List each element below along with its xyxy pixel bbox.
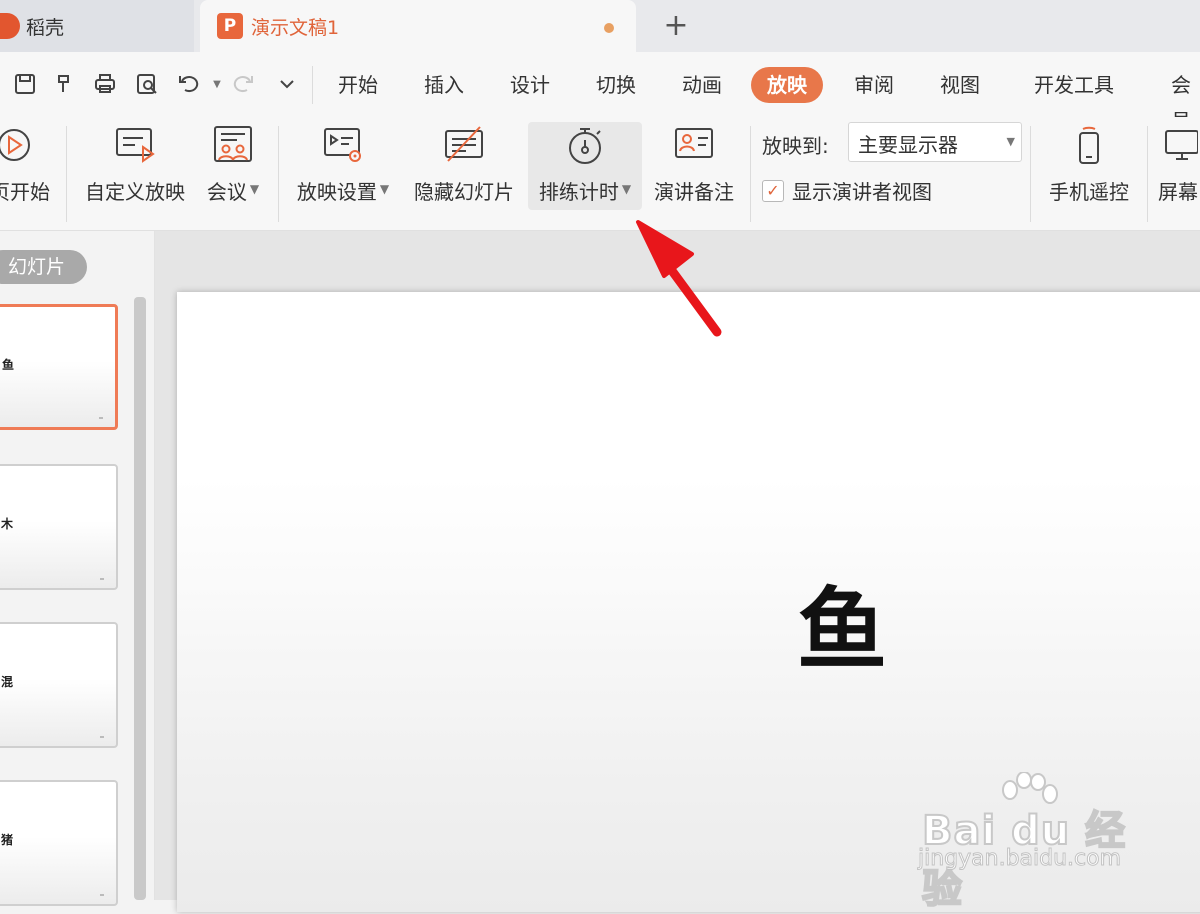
play-circle-icon [0,122,52,168]
slides-tab[interactable]: 幻灯片 [0,250,87,284]
ribbon: 页开始 自定义放映 会议▼ 放映设置▼ 隐藏幻灯片 排练计时▼ [0,118,1200,231]
thumbnail-title: 鱼 [2,358,15,372]
slide-thumbnail[interactable]: 混 [0,622,118,748]
stopwatch-icon [528,122,642,168]
menu-insert[interactable]: 插入 [408,67,480,103]
chevron-down-icon: ▼ [1006,135,1015,148]
display-select-value: 主要显示器 [858,133,958,157]
phone-remote-button[interactable]: 手机遥控 [1040,122,1138,210]
divider [750,126,751,222]
tab-presentation[interactable]: P 演示文稿1 [200,0,636,52]
divider [1030,126,1031,222]
monitor-icon [1158,122,1200,168]
menu-animation[interactable]: 动画 [666,67,738,103]
divider [1147,126,1148,222]
slide-thumbnail[interactable]: 猪 [0,780,118,906]
custom-show-button[interactable]: 自定义放映 [80,122,190,210]
menu-transition[interactable]: 切换 [580,67,652,103]
presenter-view-label: 显示演讲者视图 [792,180,932,204]
button-label: 演讲备注 [654,180,734,204]
slide-thumbnail-panel: 幻灯片 鱼 木 混 猪 [0,231,155,906]
tab-label: 演示文稿1 [251,16,340,39]
daoke-logo-icon [0,13,20,39]
watermark-url: jingyan.baidu.com [917,846,1122,872]
dropdown-caret-icon: ▼ [621,182,632,196]
meeting-button[interactable]: 会议 ▼ [200,122,266,210]
button-label: 放映设置 [296,180,377,204]
button-label: 自定义放映 [85,180,185,204]
presentation-logo-icon: P [217,13,243,39]
thumbnail-scrollbar[interactable] [134,297,146,900]
menu-slideshow[interactable]: 放映 [751,67,823,103]
menu-view[interactable]: 视图 [924,67,996,103]
custom-show-icon [80,122,190,168]
format-painter-icon[interactable] [50,69,80,99]
redo-icon [228,69,258,99]
button-label: 页开始 [0,180,50,204]
thumbnail-title: 猪 [1,833,14,847]
save-icon[interactable] [10,69,40,99]
menu-bar: ▼ 开始 插入 设计 切换 动画 放映 审阅 视图 开发工具 会员 [0,52,1200,133]
dropdown-caret-icon: ▼ [379,182,390,196]
thumbnail-title: 木 [1,517,14,531]
checkmark-icon: ✓ [766,181,780,200]
hide-slide-button[interactable]: 隐藏幻灯片 [408,122,520,210]
button-label: 排练计时 [538,180,619,204]
undo-icon[interactable] [174,69,204,99]
menu-home[interactable]: 开始 [322,67,394,103]
unsaved-dot-icon [604,23,614,33]
new-tab-button[interactable]: + [660,10,692,42]
meeting-icon [200,122,266,168]
slide-title-text[interactable]: 鱼 [797,557,887,687]
tab-label: 稻壳 [26,16,65,39]
menu-design[interactable]: 设计 [494,67,566,103]
menu-developer[interactable]: 开发工具 [1018,67,1130,103]
hide-slide-icon [408,122,520,168]
play-to-label: 放映到: [762,134,829,158]
tab-daoke[interactable]: 稻壳 [0,0,194,52]
menu-review[interactable]: 审阅 [838,67,910,103]
presenter-view-checkbox[interactable]: ✓ 显示演讲者视图 [762,176,932,205]
title-bar: 稻壳 P 演示文稿1 + [0,0,1200,52]
divider [66,126,67,222]
print-icon[interactable] [90,69,120,99]
checkbox-box[interactable]: ✓ [762,179,784,202]
phone-remote-icon [1040,122,1138,168]
print-preview-icon[interactable] [132,69,162,99]
baidu-watermark: Bai du 经验 jingyan.baidu.com [917,772,1158,913]
play-from-current-button[interactable]: 页开始 [0,122,52,210]
divider [278,126,279,222]
settings-gear-icon [290,122,396,168]
divider [312,66,313,104]
rehearse-timing-button[interactable]: 排练计时 ▼ [528,122,642,210]
button-label: 会议 [206,180,247,204]
thumbnail-title: 混 [1,675,14,689]
button-label: 屏幕 [1158,180,1198,204]
dropdown-caret-icon: ▼ [249,182,260,196]
screen-button[interactable]: 屏幕 [1158,122,1200,210]
slide-thumbnail[interactable]: 鱼 [0,304,118,430]
speaker-notes-icon [648,122,740,168]
speaker-notes-button[interactable]: 演讲备注 [648,122,740,210]
menu-member[interactable]: 会员 [1155,67,1200,133]
button-label: 隐藏幻灯片 [414,180,514,204]
slide-thumbnail[interactable]: 木 [0,464,118,590]
customize-toolbar-icon[interactable] [272,69,302,99]
button-label: 手机遥控 [1049,180,1129,204]
red-arrow-icon [636,220,722,337]
display-select[interactable]: 主要显示器 ▼ [848,122,1022,162]
show-settings-button[interactable]: 放映设置 ▼ [290,122,396,210]
